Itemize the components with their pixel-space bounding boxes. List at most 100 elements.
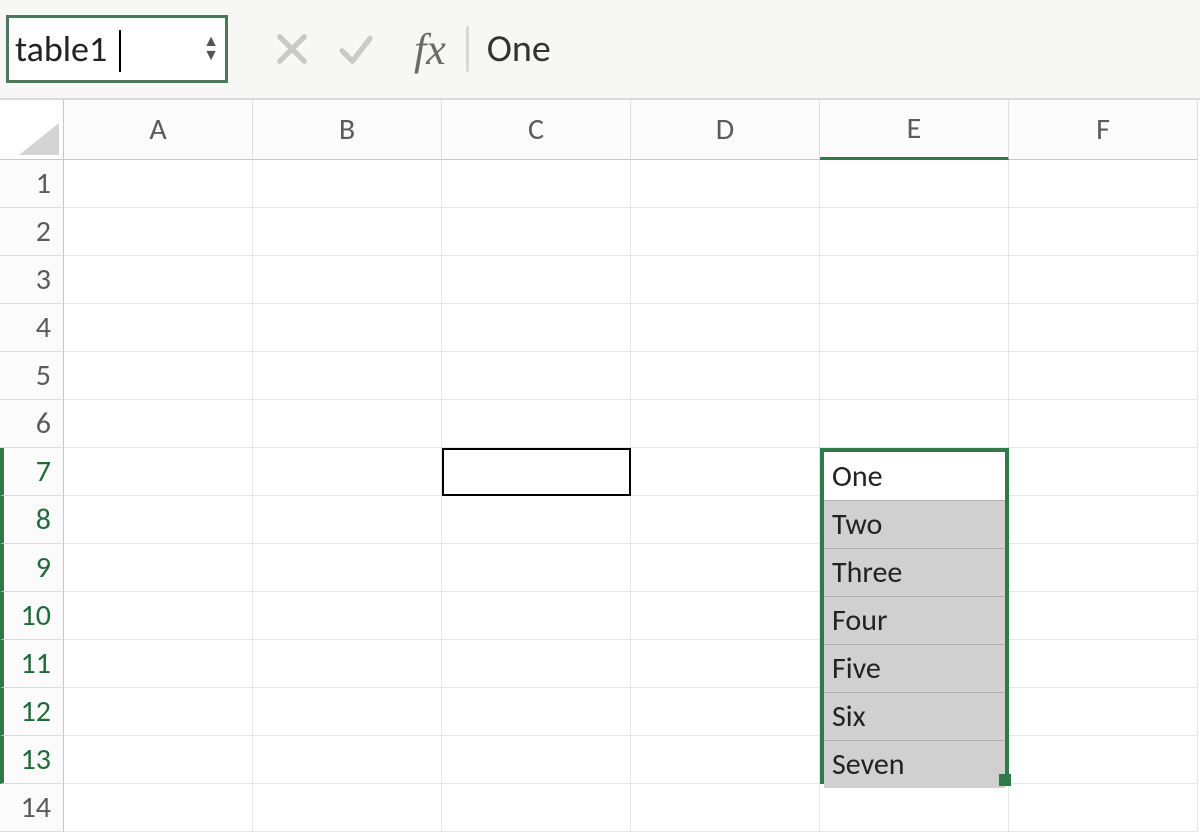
cell-C13[interactable]	[442, 736, 631, 784]
cell-D4[interactable]	[631, 304, 820, 352]
selected-cell[interactable]: Two	[824, 500, 1005, 548]
cell-C6[interactable]	[442, 400, 631, 448]
cell-F5[interactable]	[1009, 352, 1198, 400]
row-header-3[interactable]: 3	[0, 256, 64, 304]
cell-B6[interactable]	[253, 400, 442, 448]
cell-B5[interactable]	[253, 352, 442, 400]
row-header-2[interactable]: 2	[0, 208, 64, 256]
row-header-5[interactable]: 5	[0, 352, 64, 400]
cell-A9[interactable]	[64, 544, 253, 592]
selected-cell[interactable]: Three	[824, 548, 1005, 596]
row-header-7[interactable]: 7	[0, 448, 64, 496]
cell-B7[interactable]	[253, 448, 442, 496]
cell-A8[interactable]	[64, 496, 253, 544]
column-header-D[interactable]: D	[631, 100, 820, 160]
column-header-A[interactable]: A	[64, 100, 253, 160]
confirm-button[interactable]	[326, 28, 386, 70]
spreadsheet-grid[interactable]: ABCDEF1234567891011121314OneTwoThreeFour…	[0, 100, 1200, 832]
row-header-14[interactable]: 14	[0, 784, 64, 832]
cell-B13[interactable]	[253, 736, 442, 784]
row-header-8[interactable]: 8	[0, 496, 64, 544]
cell-B2[interactable]	[253, 208, 442, 256]
cell-B8[interactable]	[253, 496, 442, 544]
cell-A5[interactable]	[64, 352, 253, 400]
row-header-9[interactable]: 9	[0, 544, 64, 592]
cell-F9[interactable]	[1009, 544, 1198, 592]
cell-E14[interactable]	[820, 784, 1009, 832]
cell-D3[interactable]	[631, 256, 820, 304]
cell-A2[interactable]	[64, 208, 253, 256]
cell-B11[interactable]	[253, 640, 442, 688]
cell-D5[interactable]	[631, 352, 820, 400]
cell-F8[interactable]	[1009, 496, 1198, 544]
cell-B10[interactable]	[253, 592, 442, 640]
cell-D9[interactable]	[631, 544, 820, 592]
cell-E2[interactable]	[820, 208, 1009, 256]
stepper-down-icon[interactable]: ▼	[203, 49, 219, 63]
cell-F14[interactable]	[1009, 784, 1198, 832]
cell-C3[interactable]	[442, 256, 631, 304]
selected-cell[interactable]: Four	[824, 596, 1005, 644]
cell-A4[interactable]	[64, 304, 253, 352]
column-header-C[interactable]: C	[442, 100, 631, 160]
cell-C11[interactable]	[442, 640, 631, 688]
column-header-B[interactable]: B	[253, 100, 442, 160]
cell-F12[interactable]	[1009, 688, 1198, 736]
cell-F13[interactable]	[1009, 736, 1198, 784]
cell-F6[interactable]	[1009, 400, 1198, 448]
column-header-F[interactable]: F	[1009, 100, 1198, 160]
cell-C5[interactable]	[442, 352, 631, 400]
formula-input[interactable]: One	[487, 26, 551, 72]
cell-F10[interactable]	[1009, 592, 1198, 640]
cell-B12[interactable]	[253, 688, 442, 736]
cell-A13[interactable]	[64, 736, 253, 784]
cell-A6[interactable]	[64, 400, 253, 448]
cell-D8[interactable]	[631, 496, 820, 544]
active-cell[interactable]: One	[824, 452, 1005, 500]
cell-D13[interactable]	[631, 736, 820, 784]
cancel-button[interactable]	[262, 28, 322, 70]
cell-D6[interactable]	[631, 400, 820, 448]
row-header-10[interactable]: 10	[0, 592, 64, 640]
name-box[interactable]: ▲ ▼	[6, 15, 228, 83]
cell-B4[interactable]	[253, 304, 442, 352]
cell-F7[interactable]	[1009, 448, 1198, 496]
row-header-1[interactable]: 1	[0, 160, 64, 208]
row-header-12[interactable]: 12	[0, 688, 64, 736]
cell-E1[interactable]	[820, 160, 1009, 208]
cell-A11[interactable]	[64, 640, 253, 688]
cell-E4[interactable]	[820, 304, 1009, 352]
cell-F4[interactable]	[1009, 304, 1198, 352]
cell-D7[interactable]	[631, 448, 820, 496]
cell-B3[interactable]	[253, 256, 442, 304]
cell-C2[interactable]	[442, 208, 631, 256]
select-all-corner[interactable]	[0, 100, 64, 160]
cell-A10[interactable]	[64, 592, 253, 640]
cell-A1[interactable]	[64, 160, 253, 208]
cell-D1[interactable]	[631, 160, 820, 208]
cell-D14[interactable]	[631, 784, 820, 832]
cell-C7[interactable]	[442, 448, 631, 496]
cell-D10[interactable]	[631, 592, 820, 640]
cell-C14[interactable]	[442, 784, 631, 832]
cell-B9[interactable]	[253, 544, 442, 592]
cell-C10[interactable]	[442, 592, 631, 640]
cell-B14[interactable]	[253, 784, 442, 832]
fill-handle[interactable]	[999, 774, 1011, 786]
cell-C12[interactable]	[442, 688, 631, 736]
column-header-E[interactable]: E	[820, 100, 1009, 160]
cell-C8[interactable]	[442, 496, 631, 544]
selected-cell[interactable]: Seven	[824, 740, 1005, 788]
cell-A7[interactable]	[64, 448, 253, 496]
cell-F1[interactable]	[1009, 160, 1198, 208]
cell-E6[interactable]	[820, 400, 1009, 448]
cell-C1[interactable]	[442, 160, 631, 208]
row-header-11[interactable]: 11	[0, 640, 64, 688]
cell-A14[interactable]	[64, 784, 253, 832]
selected-cell[interactable]: Five	[824, 644, 1005, 692]
cell-D2[interactable]	[631, 208, 820, 256]
cell-A3[interactable]	[64, 256, 253, 304]
cell-E5[interactable]	[820, 352, 1009, 400]
cell-A12[interactable]	[64, 688, 253, 736]
row-header-4[interactable]: 4	[0, 304, 64, 352]
